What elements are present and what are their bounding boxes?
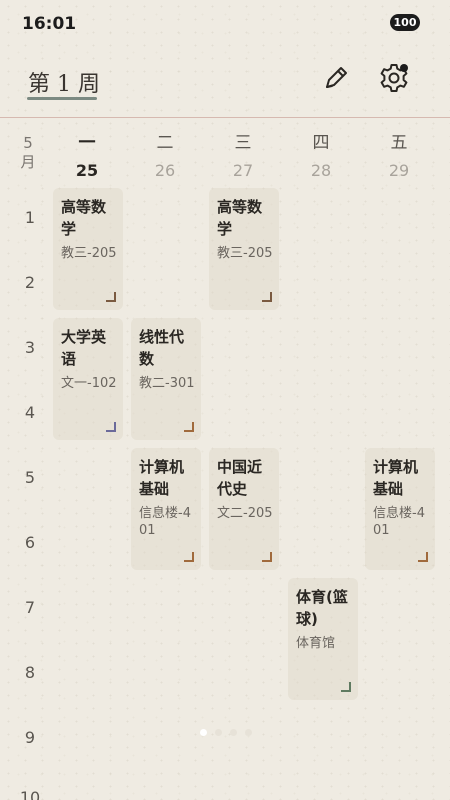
course-card[interactable]: 中国近代史 文二-205 — [209, 448, 279, 570]
course-name: 线性代数 — [139, 328, 185, 368]
course-card[interactable]: 计算机基础 信息楼-401 — [365, 448, 435, 570]
week-selector[interactable]: 第 1 周 — [28, 66, 100, 98]
week-pagination — [200, 729, 252, 736]
period-number: 10 — [19, 788, 41, 800]
period-number: 5 — [24, 468, 36, 487]
status-time: 16:01 — [22, 14, 77, 34]
period-number: 9 — [24, 728, 36, 747]
period-number: 7 — [24, 598, 36, 617]
day-date: 28 — [310, 161, 332, 180]
course-room: 文二-205 — [217, 506, 273, 521]
day-header-thu: 四 28 — [291, 128, 351, 180]
day-name: 二 — [156, 133, 174, 153]
course-name: 中国近代史 — [217, 458, 263, 498]
course-color-marker — [262, 552, 272, 562]
course-name: 体育(篮球) — [296, 588, 348, 628]
course-name: 高等数学 — [217, 198, 263, 238]
day-date: 29 — [388, 161, 410, 180]
course-name: 大学英语 — [61, 328, 107, 368]
course-color-marker — [106, 422, 116, 432]
course-room: 信息楼-401 — [373, 506, 425, 538]
period-number: 1 — [24, 208, 36, 227]
course-room: 教三-205 — [61, 246, 117, 261]
course-room: 教三-205 — [217, 246, 273, 261]
course-room: 文一-102 — [61, 376, 117, 391]
course-color-marker — [262, 292, 272, 302]
course-card[interactable]: 高等数学 教三-205 — [53, 188, 123, 310]
course-color-marker — [184, 552, 194, 562]
day-name: 四 — [312, 133, 330, 153]
day-date: 27 — [232, 161, 254, 180]
course-color-marker — [418, 552, 428, 562]
course-name: 计算机基础 — [373, 458, 419, 498]
page-dot-active[interactable] — [200, 729, 207, 736]
course-card[interactable]: 线性代数 教二-301 — [131, 318, 201, 440]
day-header-fri: 五 29 — [369, 128, 429, 180]
period-number: 2 — [24, 273, 36, 292]
course-color-marker — [341, 682, 351, 692]
day-header-mon: 一 25 — [57, 128, 117, 180]
month-label: 5 月 — [16, 134, 40, 172]
day-date: 25 — [75, 161, 99, 180]
course-name: 高等数学 — [61, 198, 107, 238]
course-room: 体育馆 — [296, 636, 336, 651]
day-name: 三 — [234, 133, 252, 153]
edit-button[interactable] — [320, 62, 352, 94]
pencil-icon — [326, 67, 347, 88]
course-card[interactable]: 计算机基础 信息楼-401 — [131, 448, 201, 570]
month-unit: 月 — [20, 153, 36, 171]
course-card[interactable]: 高等数学 教三-205 — [209, 188, 279, 310]
header-divider — [0, 117, 450, 118]
course-color-marker — [184, 422, 194, 432]
course-color-marker — [106, 292, 116, 302]
battery-indicator: 100 — [390, 14, 420, 31]
day-name: 一 — [78, 133, 96, 153]
month-number: 5 — [23, 134, 33, 152]
day-date: 26 — [154, 161, 176, 180]
page-dot[interactable] — [230, 729, 237, 736]
course-room: 教二-301 — [139, 376, 195, 391]
day-header-tue: 二 26 — [135, 128, 195, 180]
course-name: 计算机基础 — [139, 458, 185, 498]
course-card[interactable]: 体育(篮球) 体育馆 — [288, 578, 358, 700]
period-number: 4 — [24, 403, 36, 422]
course-room: 信息楼-401 — [139, 506, 191, 538]
course-card[interactable]: 大学英语 文一-102 — [53, 318, 123, 440]
day-name: 五 — [390, 133, 408, 153]
period-number: 8 — [24, 663, 36, 682]
period-number: 6 — [24, 533, 36, 552]
week-underline — [27, 97, 97, 100]
period-number: 3 — [24, 338, 36, 357]
page-dot[interactable] — [245, 729, 252, 736]
page-dot[interactable] — [215, 729, 222, 736]
day-header-wed: 三 27 — [213, 128, 273, 180]
settings-notification-dot — [400, 64, 408, 72]
